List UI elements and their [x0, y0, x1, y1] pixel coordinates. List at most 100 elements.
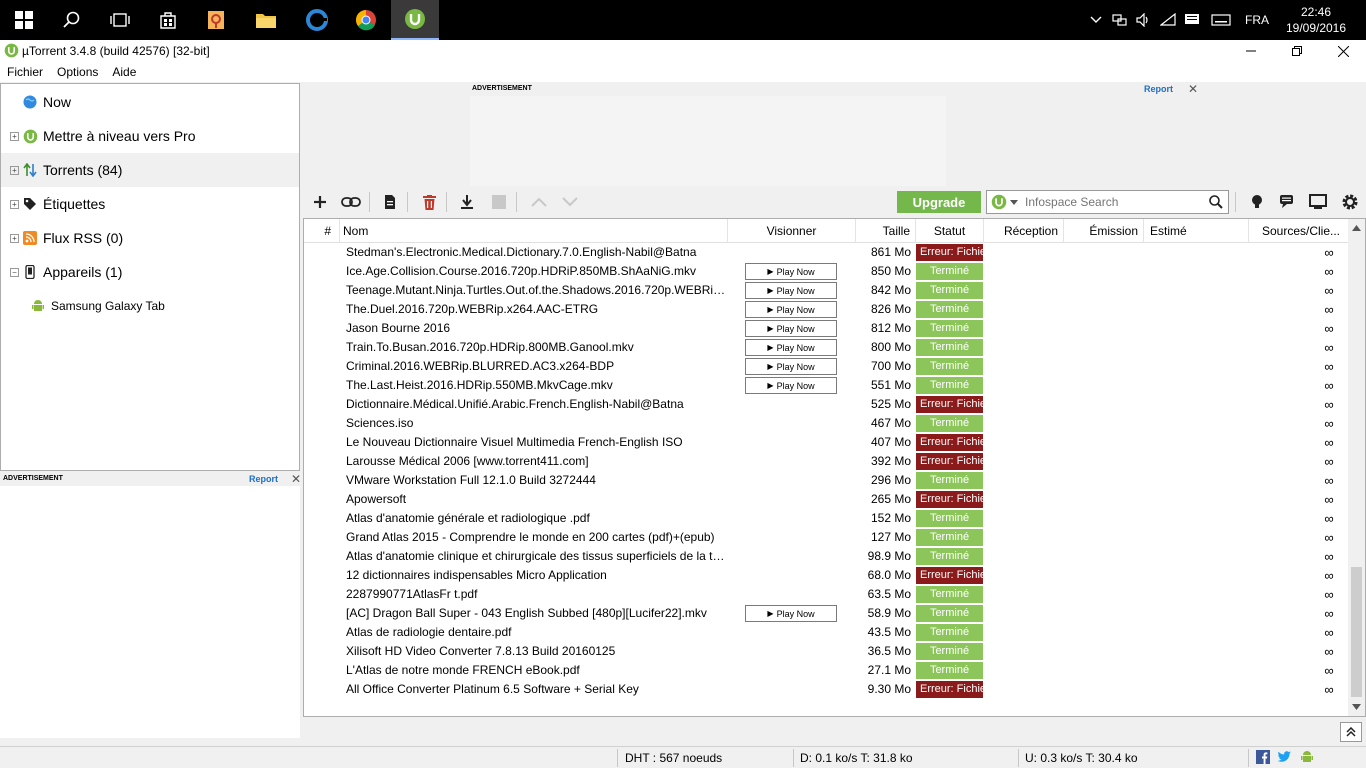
column-header-size[interactable]: Taille [856, 219, 916, 243]
column-header-number[interactable]: # [304, 219, 340, 243]
android-icon[interactable] [1300, 750, 1314, 764]
table-row[interactable]: Atlas d'anatomie générale et radiologiqu… [304, 509, 1349, 528]
delete-button[interactable] [417, 190, 441, 214]
play-now-button[interactable]: ▶ Play Now [745, 339, 837, 356]
move-up-button[interactable] [527, 190, 551, 214]
table-row[interactable]: Stedman's.Electronic.Medical.Dictionary.… [304, 243, 1349, 262]
table-row[interactable]: 2287990771AtlasFr t.pdf 63.5 Mo Terminé ∞ [304, 585, 1349, 604]
notification-icon[interactable] [1180, 0, 1204, 40]
wifi-icon[interactable] [1156, 0, 1180, 40]
utorrent-taskbar-icon[interactable] [391, 0, 439, 40]
store-icon[interactable] [144, 0, 192, 40]
volume-icon[interactable] [1132, 0, 1156, 40]
ad-content[interactable] [470, 96, 946, 186]
column-header-sources[interactable]: Sources/Clie... [1249, 219, 1344, 243]
scroll-down-icon[interactable] [1352, 704, 1361, 710]
keyboard-icon[interactable] [1204, 0, 1238, 40]
search-input[interactable] [1025, 194, 1205, 210]
table-row[interactable]: Apowersoft 265 Mo Erreur: Fichie ∞ [304, 490, 1349, 509]
table-row[interactable]: L'Atlas de notre monde FRENCH eBook.pdf 2… [304, 661, 1349, 680]
table-row[interactable]: Dictionnaire.Médical.Unifié.Arabic.Frenc… [304, 395, 1349, 414]
ad-close-icon[interactable]: ✕ [291, 472, 301, 486]
table-row[interactable]: Le Nouveau Dictionnaire Visuel Multimedi… [304, 433, 1349, 452]
toggle-detail-pane-button[interactable] [1340, 722, 1362, 742]
upgrade-button[interactable]: Upgrade [897, 191, 981, 213]
table-row[interactable]: The.Duel.2016.720p.WEBRip.x264.AAC-ETRG ▶… [304, 300, 1349, 319]
minimize-button[interactable] [1228, 40, 1274, 62]
facebook-icon[interactable] [1256, 750, 1270, 764]
table-row[interactable]: Atlas d'anatomie clinique et chirurgical… [304, 547, 1349, 566]
close-button[interactable] [1320, 40, 1366, 62]
sidebar-item-rss[interactable]: + Flux RSS (0) [1, 221, 299, 255]
table-row[interactable]: Ice.Age.Collision.Course.2016.720p.HDRiP… [304, 262, 1349, 281]
sidebar-item-torrents[interactable]: + Torrents (84) [1, 153, 299, 187]
play-now-button[interactable]: ▶ Play Now [745, 605, 837, 622]
sidebar-item-device[interactable]: Samsung Galaxy Tab [31, 299, 165, 313]
expand-icon[interactable]: + [10, 233, 19, 243]
vertical-scrollbar[interactable] [1348, 219, 1365, 716]
language-indicator[interactable]: FRA [1238, 0, 1276, 40]
add-torrent-button[interactable] [308, 190, 332, 214]
move-down-button[interactable] [558, 190, 582, 214]
lightbulb-icon[interactable] [1245, 190, 1269, 214]
ad-report-link[interactable]: Report [249, 474, 278, 484]
create-torrent-button[interactable] [378, 190, 402, 214]
menu-help[interactable]: Aide [112, 62, 136, 82]
expand-icon[interactable]: + [10, 131, 19, 141]
play-now-button[interactable]: ▶ Play Now [745, 301, 837, 318]
ad-close-icon[interactable]: ✕ [1188, 82, 1198, 96]
table-row[interactable]: All Office Converter Platinum 6.5 Softwa… [304, 680, 1349, 699]
file-explorer-icon[interactable] [242, 0, 290, 40]
restore-button[interactable] [1274, 40, 1320, 62]
column-header-download[interactable]: Réception [984, 219, 1064, 243]
ad-report-link[interactable]: Report [1144, 84, 1173, 94]
windows-start-icon[interactable] [0, 0, 48, 40]
clock[interactable]: 22:46 19/09/2016 [1276, 4, 1356, 36]
remote-icon[interactable] [1306, 190, 1330, 214]
table-row[interactable]: Xilisoft HD Video Converter 7.8.13 Build… [304, 642, 1349, 661]
edge-browser-icon[interactable] [293, 0, 341, 40]
table-row[interactable]: VMware Workstation Full 12.1.0 Build 327… [304, 471, 1349, 490]
play-now-button[interactable]: ▶ Play Now [745, 263, 837, 280]
search-icon[interactable] [1209, 195, 1223, 209]
stop-button[interactable] [487, 190, 511, 214]
twitter-icon[interactable] [1276, 750, 1292, 764]
play-now-button[interactable]: ▶ Play Now [745, 320, 837, 337]
table-row[interactable]: Larousse Médical 2006 [www.torrent411.co… [304, 452, 1349, 471]
chat-icon[interactable] [1276, 190, 1300, 214]
sidebar-item-devices[interactable]: − Appareils (1) [1, 255, 299, 289]
upload-status[interactable]: U: 0.3 ko/s T: 30.4 ko [1025, 751, 1138, 765]
table-row[interactable]: Jason Bourne 2016 ▶ Play Now 812 Mo Terminé ∞ [304, 319, 1349, 338]
table-row[interactable]: Train.To.Busan.2016.720p.HDRip.800MB.Gan… [304, 338, 1349, 357]
download-status[interactable]: D: 0.1 ko/s T: 31.8 ko [800, 751, 913, 765]
table-row[interactable]: Criminal.2016.WEBRip.BLURRED.AC3.x264-BD… [304, 357, 1349, 376]
network-icon[interactable] [1108, 0, 1132, 40]
start-download-button[interactable] [455, 190, 479, 214]
sidebar-item-labels[interactable]: + Étiquettes [1, 187, 299, 221]
window-titlebar[interactable]: µTorrent 3.4.8 (build 42576) [32-bit] [0, 40, 1366, 62]
table-row[interactable]: The.Last.Heist.2016.HDRip.550MB.MkvCage.… [304, 376, 1349, 395]
search-icon[interactable] [48, 0, 96, 40]
chrome-browser-icon[interactable] [342, 0, 390, 40]
column-header-name[interactable]: Nom [340, 219, 728, 243]
task-view-icon[interactable] [96, 0, 144, 40]
search-box[interactable] [986, 190, 1229, 214]
chevron-down-icon[interactable] [1010, 200, 1018, 205]
column-header-eta[interactable]: Estimé [1144, 219, 1249, 243]
play-now-button[interactable]: ▶ Play Now [745, 358, 837, 375]
chevron-up-icon[interactable] [1084, 0, 1108, 40]
table-row[interactable]: Sciences.iso 467 Mo Terminé ∞ [304, 414, 1349, 433]
menu-options[interactable]: Options [57, 62, 98, 82]
table-row[interactable]: Atlas de radiologie dentaire.pdf 43.5 Mo T… [304, 623, 1349, 642]
menu-file[interactable]: Fichier [7, 62, 43, 82]
table-row[interactable]: 12 dictionnaires indispensables Micro Ap… [304, 566, 1349, 585]
column-header-upload[interactable]: Émission [1064, 219, 1144, 243]
table-row[interactable]: Teenage.Mutant.Ninja.Turtles.Out.of.the.… [304, 281, 1349, 300]
expand-icon[interactable]: + [10, 165, 19, 175]
scroll-up-icon[interactable] [1352, 225, 1361, 231]
expand-icon[interactable]: + [10, 199, 19, 209]
column-header-watch[interactable]: Visionner [728, 219, 856, 243]
app-icon[interactable] [192, 0, 240, 40]
sidebar-item-now[interactable]: Now [1, 85, 299, 119]
settings-gear-icon[interactable] [1338, 190, 1362, 214]
